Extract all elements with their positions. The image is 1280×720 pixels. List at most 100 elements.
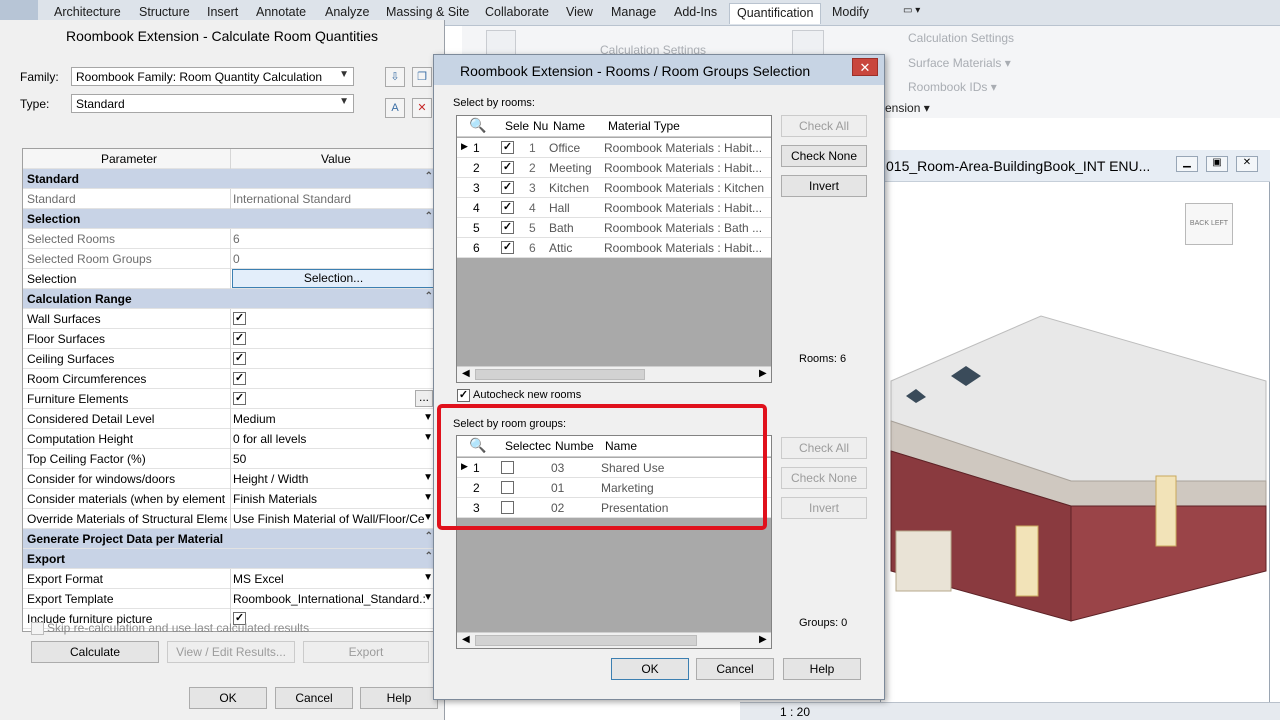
view-close-icon[interactable]: ✕ [1236,156,1258,172]
chevron-down-icon[interactable]: ▼ [423,592,433,603]
rooms-check-none-button[interactable]: Check None [781,145,867,167]
chevron-down-icon[interactable]: ▼ [423,572,433,583]
parameter-value[interactable]: 50 [233,452,428,466]
room-row[interactable]: 6 ✓ 6 Attic Roombook Materials : Habit... [457,238,771,258]
grid-parameter-row[interactable]: Consider materials (when by element i Fin… [23,489,435,509]
duplicate-icon[interactable]: ❐ [412,67,432,87]
close-icon[interactable]: ✕ [852,58,878,76]
parameter-checkbox[interactable]: ✓ [233,332,246,345]
collapse-icon[interactable]: ⌃ [425,211,433,222]
delete-icon[interactable]: ✕ [412,98,432,118]
load-family-icon[interactable]: ⇩ [385,67,405,87]
groups-invert-button[interactable]: Invert [781,497,867,519]
rooms-col-select[interactable]: Sele [505,119,529,133]
parameter-checkbox[interactable]: ✓ [233,312,246,325]
skip-recalculation-checkbox[interactable] [31,622,44,635]
chevron-down-icon[interactable]: ▼ [423,512,433,523]
grid-parameter-row[interactable]: Wall Surfaces ✓ [23,309,435,329]
autocheck-checkbox[interactable]: ✓ [457,389,470,402]
tab-annotate[interactable]: Annotate [256,5,306,19]
selection-button[interactable]: Selection... [232,269,435,288]
grid-parameter-row[interactable]: Floor Surfaces ✓ [23,329,435,349]
chevron-down-icon[interactable]: ▼ [423,412,433,423]
parameter-value[interactable]: Medium [233,412,428,426]
minimize-icon[interactable]: ▁ [1176,156,1198,172]
scroll-right-icon[interactable]: ▶ [759,368,767,379]
rooms-check-all-button[interactable]: Check All [781,115,867,137]
view-edit-results-button[interactable]: View / Edit Results... [167,641,295,663]
tab-modify[interactable]: Modify [832,5,869,19]
cancel-button[interactable]: Cancel [275,687,353,709]
rooms-invert-button[interactable]: Invert [781,175,867,197]
collapse-icon[interactable]: ⌃ [425,531,433,542]
parameter-checkbox[interactable]: ✓ [233,372,246,385]
parameter-column-header[interactable]: Parameter [101,152,301,166]
grid-category-row[interactable]: Export ⌃ [23,549,435,569]
room-select-checkbox[interactable]: ✓ [501,201,514,214]
grid-parameter-row[interactable]: Furniture Elements ✓... [23,389,435,409]
ok-button[interactable]: OK [189,687,267,709]
viewcube[interactable]: BACK LEFT [1185,203,1233,245]
grid-parameter-row[interactable]: Export Template Roombook_International_St… [23,589,435,609]
grid-parameter-row[interactable]: Selection Selection... [23,269,435,289]
parameter-value[interactable]: Roombook_International_Standard.: [233,592,428,606]
tab-insert[interactable]: Insert [207,5,238,19]
grid-category-row[interactable]: Standard ⌃ [23,169,435,189]
groups-check-all-button[interactable]: Check All [781,437,867,459]
room-select-checkbox[interactable]: ✓ [501,221,514,234]
rooms-col-material[interactable]: Material Type [608,119,680,133]
selection-cancel-button[interactable]: Cancel [696,658,774,680]
grid-parameter-row[interactable]: Considered Detail Level Medium ▼ [23,409,435,429]
tab-massing-site[interactable]: Massing & Site [386,5,469,19]
ribbon-roombook-ids[interactable]: Roombook IDs ▾ [908,80,997,94]
scroll-left-icon[interactable]: ◀ [462,368,470,379]
parameter-value[interactable]: Use Finish Material of Wall/Floor/Ce [233,512,428,526]
grid-parameter-row[interactable]: Ceiling Surfaces ✓ [23,349,435,369]
chevron-down-icon[interactable]: ▼ [423,432,433,443]
room-select-checkbox[interactable]: ✓ [501,241,514,254]
grid-parameter-row[interactable]: Room Circumferences ✓ [23,369,435,389]
family-select[interactable]: Roombook Family: Room Quantity Calculati… [71,67,354,86]
grid-parameter-row[interactable]: Computation Height 0 for all levels ▼ [23,429,435,449]
ribbon-panel-label[interactable]: ension ▾ [885,101,930,115]
tab-add-ins[interactable]: Add-Ins [674,5,717,19]
grid-parameter-row[interactable]: Top Ceiling Factor (%) 50 [23,449,435,469]
room-row[interactable]: ▶ 1 ✓ 1 Office Roombook Materials : Habit... [457,138,771,158]
viewcube-left-face[interactable]: LEFT [1211,220,1228,227]
room-row[interactable]: 2 ✓ 2 Meeting Roombook Materials : Habit... [457,158,771,178]
view-scale[interactable]: 1 : 20 [780,705,810,719]
grid-category-row[interactable]: Generate Project Data per Material ⌃ [23,529,435,549]
scroll-thumb[interactable] [475,635,697,646]
rooms-col-number[interactable]: Nu [533,119,548,133]
room-select-checkbox[interactable]: ✓ [501,181,514,194]
chevron-down-icon[interactable]: ▼ [423,472,433,483]
furniture-options-button[interactable]: ... [415,390,433,407]
chevron-down-icon[interactable]: ▼ [423,492,433,503]
search-icon[interactable]: 🔍 [469,117,486,134]
selection-help-button[interactable]: Help [783,658,861,680]
tab-view[interactable]: View [566,5,593,19]
parameter-value[interactable]: 6 [233,232,428,246]
ribbon-surface-materials[interactable]: Surface Materials ▾ [908,56,1011,70]
3d-viewport[interactable]: BACK LEFT [880,150,1270,705]
scroll-thumb[interactable] [475,369,645,380]
restore-icon[interactable]: ▣ [1206,156,1228,172]
room-row[interactable]: 4 ✓ 4 Hall Roombook Materials : Habit... [457,198,771,218]
application-menu-button[interactable] [0,0,38,20]
scroll-left-icon[interactable]: ◀ [462,634,470,645]
parameter-value[interactable]: Finish Materials [233,492,428,506]
parameter-value[interactable]: International Standard [233,192,428,206]
room-row[interactable]: 5 ✓ 5 Bath Roombook Materials : Bath ... [457,218,771,238]
selection-ok-button[interactable]: OK [611,658,689,680]
parameter-value[interactable]: MS Excel [233,572,428,586]
tab-architecture[interactable]: Architecture [54,5,121,19]
grid-category-row[interactable]: Calculation Range ⌃ [23,289,435,309]
help-button[interactable]: Help [360,687,438,709]
type-select[interactable]: Standard ▼ [71,94,354,113]
viewcube-back-face[interactable]: BACK [1190,220,1209,227]
ribbon-options-icon[interactable]: ▭ ▾ [903,5,920,16]
room-row[interactable]: 3 ✓ 3 Kitchen Roombook Materials : Kitchen [457,178,771,198]
grid-parameter-row[interactable]: Export Format MS Excel ▼ [23,569,435,589]
parameter-value[interactable]: Height / Width [233,472,428,486]
collapse-icon[interactable]: ⌃ [425,291,433,302]
